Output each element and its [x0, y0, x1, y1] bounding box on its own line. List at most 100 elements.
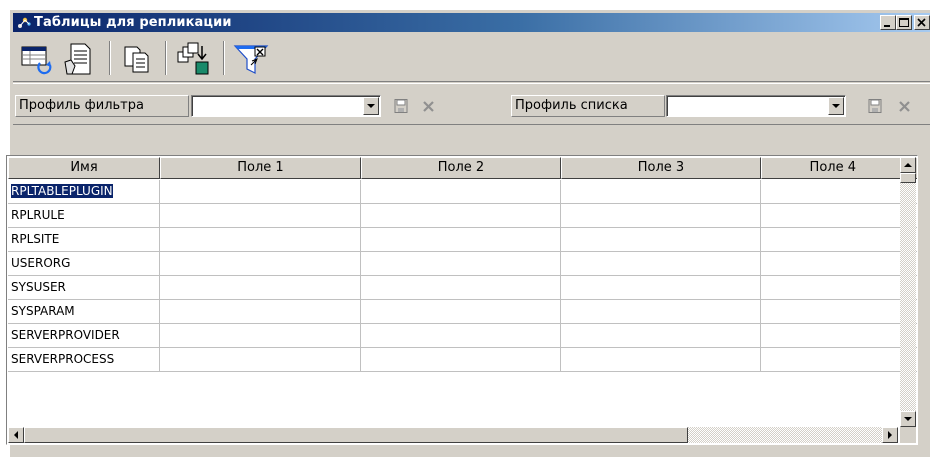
- table-cell-field-1[interactable]: [160, 180, 361, 204]
- chevron-down-icon: [832, 104, 840, 108]
- table-cell-field-2[interactable]: [361, 204, 561, 228]
- table-cell-field-2[interactable]: [361, 348, 561, 372]
- table-cell-field-3[interactable]: [561, 228, 761, 252]
- table-cell-field-1[interactable]: [160, 348, 361, 372]
- table-cell-field-3[interactable]: [561, 324, 761, 348]
- table-row[interactable]: SYSUSER: [8, 276, 917, 300]
- table-cell-field-3[interactable]: [561, 252, 761, 276]
- copy-icon: [124, 46, 149, 73]
- table-cell-field-2[interactable]: [361, 276, 561, 300]
- refresh-table-button[interactable]: [17, 40, 57, 78]
- list-profile-combo[interactable]: [666, 95, 846, 117]
- table-cell-field-3[interactable]: [561, 204, 761, 228]
- arrow-up-icon: [904, 163, 912, 167]
- vertical-scroll-thumb[interactable]: [900, 173, 916, 183]
- list-profile-dropdown-button[interactable]: [828, 97, 844, 115]
- edit-document-button[interactable]: [59, 40, 99, 78]
- table-cell-field-1[interactable]: [160, 252, 361, 276]
- table-cell-field-4[interactable]: [761, 300, 917, 324]
- table-cell-field-1[interactable]: [160, 228, 361, 252]
- maximize-button[interactable]: [896, 15, 912, 30]
- table-cell-field-3[interactable]: [561, 276, 761, 300]
- table-cell-field-1[interactable]: [160, 276, 361, 300]
- arrow-down-icon: [904, 417, 912, 421]
- table-cell-field-1[interactable]: [160, 300, 361, 324]
- minimize-button[interactable]: [880, 15, 896, 30]
- table-row[interactable]: SERVERPROVIDER: [8, 324, 917, 348]
- cell-text: RPLTABLEPLUGIN: [10, 183, 114, 199]
- table-cell-field-3[interactable]: [561, 348, 761, 372]
- delete-icon: [423, 101, 434, 112]
- copy-button[interactable]: [117, 40, 157, 78]
- table-cell-field-4[interactable]: [761, 180, 917, 204]
- cell-text: SYSUSER: [11, 280, 66, 294]
- filter-clear-icon: [233, 45, 269, 74]
- toolbar-separator: [109, 41, 111, 75]
- replication-table-grid[interactable]: Имя Поле 1 Поле 2 Поле 3 Поле 4 RPLTABLE…: [6, 155, 918, 445]
- table-row[interactable]: SYSPARAM: [8, 300, 917, 324]
- save-filter-profile-button[interactable]: [393, 98, 409, 114]
- table-cell-field-3[interactable]: [561, 180, 761, 204]
- table-cell-field-4[interactable]: [761, 348, 917, 372]
- cell-text: SYSPARAM: [11, 304, 75, 318]
- clear-filter-button[interactable]: [231, 40, 271, 78]
- main-toolbar: [13, 34, 930, 82]
- table-cell-field-2[interactable]: [361, 180, 561, 204]
- refresh-table-icon: [21, 46, 52, 75]
- table-cell-field-4[interactable]: [761, 204, 917, 228]
- table-cell-field-4[interactable]: [761, 252, 917, 276]
- arrow-right-icon: [888, 431, 892, 439]
- table-cell-field-4[interactable]: [761, 276, 917, 300]
- chevron-down-icon: [367, 104, 375, 108]
- save-icon: [868, 99, 882, 113]
- table-cell-name[interactable]: SYSPARAM: [8, 300, 160, 324]
- scroll-right-button[interactable]: [882, 427, 898, 443]
- delete-list-profile-button[interactable]: [897, 98, 913, 114]
- table-cell-field-3[interactable]: [561, 300, 761, 324]
- horizontal-scroll-thumb[interactable]: [24, 427, 688, 443]
- table-cell-field-2[interactable]: [361, 324, 561, 348]
- filter-profile-dropdown-button[interactable]: [363, 97, 379, 115]
- column-header[interactable]: Поле 2: [361, 157, 561, 179]
- table-row[interactable]: SERVERPROCESS: [8, 348, 917, 372]
- column-header[interactable]: Поле 3: [561, 157, 761, 179]
- table-cell-name[interactable]: USERORG: [8, 252, 160, 276]
- table-row[interactable]: RPLTABLEPLUGIN: [8, 180, 917, 204]
- export-button[interactable]: [173, 40, 213, 78]
- horizontal-scrollbar[interactable]: [8, 427, 898, 443]
- table-cell-name[interactable]: SERVERPROCESS: [8, 348, 160, 372]
- table-cell-name[interactable]: RPLRULE: [8, 204, 160, 228]
- cell-text: SERVERPROCESS: [11, 352, 115, 366]
- toolbar-separator: [223, 41, 225, 75]
- table-cell-name[interactable]: SYSUSER: [8, 276, 160, 300]
- delete-filter-profile-button[interactable]: [421, 98, 437, 114]
- table-cell-field-2[interactable]: [361, 252, 561, 276]
- close-button[interactable]: [914, 15, 930, 30]
- column-header[interactable]: Имя: [8, 157, 160, 179]
- scroll-up-button[interactable]: [900, 157, 916, 173]
- filter-profile-combo[interactable]: [191, 95, 381, 117]
- app-icon: [16, 15, 32, 30]
- table-cell-field-1[interactable]: [160, 324, 361, 348]
- table-row[interactable]: RPLSITE: [8, 228, 917, 252]
- title-bar[interactable]: Таблицы для репликации: [13, 13, 930, 32]
- minimize-icon: [884, 25, 890, 27]
- table-cell-name[interactable]: RPLSITE: [8, 228, 160, 252]
- table-cell-field-2[interactable]: [361, 300, 561, 324]
- filter-profile-label: Профиль фильтра: [15, 95, 189, 117]
- vertical-scrollbar[interactable]: [900, 157, 916, 427]
- table-cell-name[interactable]: SERVERPROVIDER: [8, 324, 160, 348]
- table-cell-field-1[interactable]: [160, 204, 361, 228]
- table-cell-field-2[interactable]: [361, 228, 561, 252]
- table-row[interactable]: RPLRULE: [8, 204, 917, 228]
- export-icon: [177, 42, 209, 75]
- scroll-left-button[interactable]: [8, 427, 24, 443]
- table-cell-field-4[interactable]: [761, 324, 917, 348]
- table-cell-name[interactable]: RPLTABLEPLUGIN: [8, 180, 160, 204]
- scroll-down-button[interactable]: [900, 411, 916, 427]
- column-header[interactable]: Поле 4: [761, 157, 917, 179]
- column-header[interactable]: Поле 1: [160, 157, 361, 179]
- table-row[interactable]: USERORG: [8, 252, 917, 276]
- table-cell-field-4[interactable]: [761, 228, 917, 252]
- save-list-profile-button[interactable]: [867, 98, 883, 114]
